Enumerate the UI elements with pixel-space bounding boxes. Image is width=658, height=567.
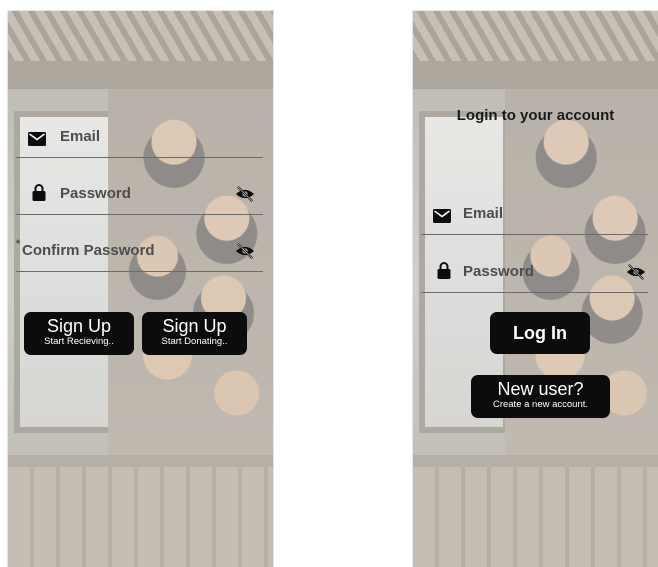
eye-off-icon[interactable] bbox=[626, 263, 646, 281]
signup-confirm-password-field[interactable]: * Confirm Password bbox=[16, 231, 263, 272]
new-user-button[interactable]: New user? Create a new account. bbox=[471, 375, 610, 418]
signup-password-field[interactable]: Password bbox=[16, 174, 263, 215]
signup-donate-button-label: Sign Up bbox=[162, 316, 227, 336]
eye-off-icon[interactable] bbox=[235, 242, 255, 260]
background-overlay bbox=[8, 11, 273, 567]
lock-icon bbox=[32, 184, 46, 201]
login-email-field[interactable]: Email bbox=[421, 194, 648, 235]
login-screen: Login to your account Email Password Log… bbox=[413, 11, 658, 567]
signup-email-field[interactable]: Email bbox=[16, 117, 263, 158]
login-email-label: Email bbox=[463, 205, 504, 222]
lock-icon bbox=[437, 262, 451, 279]
required-marker: * bbox=[16, 238, 21, 250]
signup-receive-button-sublabel: Start Recieving.. bbox=[44, 336, 114, 347]
login-password-label: Password bbox=[463, 263, 534, 280]
signup-donate-button[interactable]: Sign Up Start Donating.. bbox=[142, 312, 247, 355]
signup-receive-button-label: Sign Up bbox=[46, 316, 112, 336]
signup-donate-button-sublabel: Start Donating.. bbox=[161, 336, 228, 347]
new-user-button-label: New user? bbox=[497, 379, 584, 399]
app-canvas: Email Password * Confirm Password Sign U… bbox=[0, 0, 658, 567]
login-title: Login to your account bbox=[456, 107, 615, 124]
signup-confirm-label: Confirm Password bbox=[22, 242, 155, 259]
envelope-icon bbox=[433, 209, 451, 223]
login-password-field[interactable]: Password bbox=[421, 252, 648, 293]
signup-password-label: Password bbox=[60, 185, 131, 202]
signup-screen: Email Password * Confirm Password Sign U… bbox=[8, 11, 273, 567]
eye-off-icon[interactable] bbox=[235, 185, 255, 203]
signup-email-label: Email bbox=[60, 128, 101, 145]
new-user-button-sublabel: Create a new account. bbox=[492, 399, 589, 410]
signup-receive-button[interactable]: Sign Up Start Recieving.. bbox=[24, 312, 134, 355]
login-button[interactable]: Log In bbox=[490, 312, 590, 354]
envelope-icon bbox=[28, 132, 46, 146]
